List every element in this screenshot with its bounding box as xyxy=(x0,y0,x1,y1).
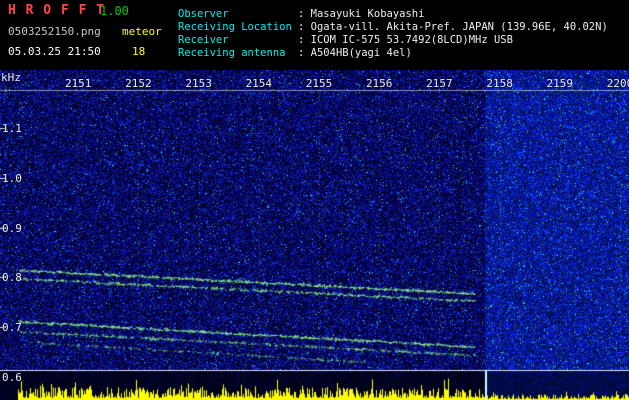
app-title: H R O F F T xyxy=(8,3,106,18)
info-row: Receiving Location: Ogata-vill. Akita-Pr… xyxy=(178,21,608,34)
info-value: A504HB(yagi 4el) xyxy=(310,47,412,59)
hrofft-screen: H R O F F T 1.00 0503252150.png meteor 0… xyxy=(0,0,629,400)
info-separator: : xyxy=(298,34,311,46)
info-label: Receiving antenna xyxy=(178,47,286,59)
info-label: Receiving Location xyxy=(178,21,292,33)
info-label: Receiver xyxy=(178,34,229,46)
info-row: Receiving antenna: A504HB(yagi 4el) xyxy=(178,47,608,60)
version-label: 1.00 xyxy=(100,4,129,18)
info-value: Masayuki Kobayashi xyxy=(310,8,425,20)
frequency-unit-label: kHz xyxy=(1,71,21,84)
info-separator: : xyxy=(298,21,311,33)
mode-label: meteor xyxy=(122,25,162,38)
info-value: Ogata-vill. Akita-Pref. JAPAN (139.96E, … xyxy=(310,21,608,33)
station-info: Observer: Masayuki Kobayashi Receiving Lo… xyxy=(178,8,608,60)
info-row: Receiver: ICOM IC-575 53.7492(8LCD)MHz U… xyxy=(178,34,608,47)
info-separator: : xyxy=(298,47,311,59)
info-label: Observer xyxy=(178,8,229,20)
info-separator: : xyxy=(298,8,311,20)
spectrogram-canvas xyxy=(0,70,629,400)
filename-label: 0503252150.png xyxy=(8,25,101,38)
info-value: ICOM IC-575 53.7492(8LCD)MHz USB xyxy=(310,34,513,46)
echo-count: 18 xyxy=(132,45,146,58)
info-row: Observer: Masayuki Kobayashi xyxy=(178,8,608,21)
datetime-label: 05.03.25 21:50 xyxy=(8,45,101,58)
